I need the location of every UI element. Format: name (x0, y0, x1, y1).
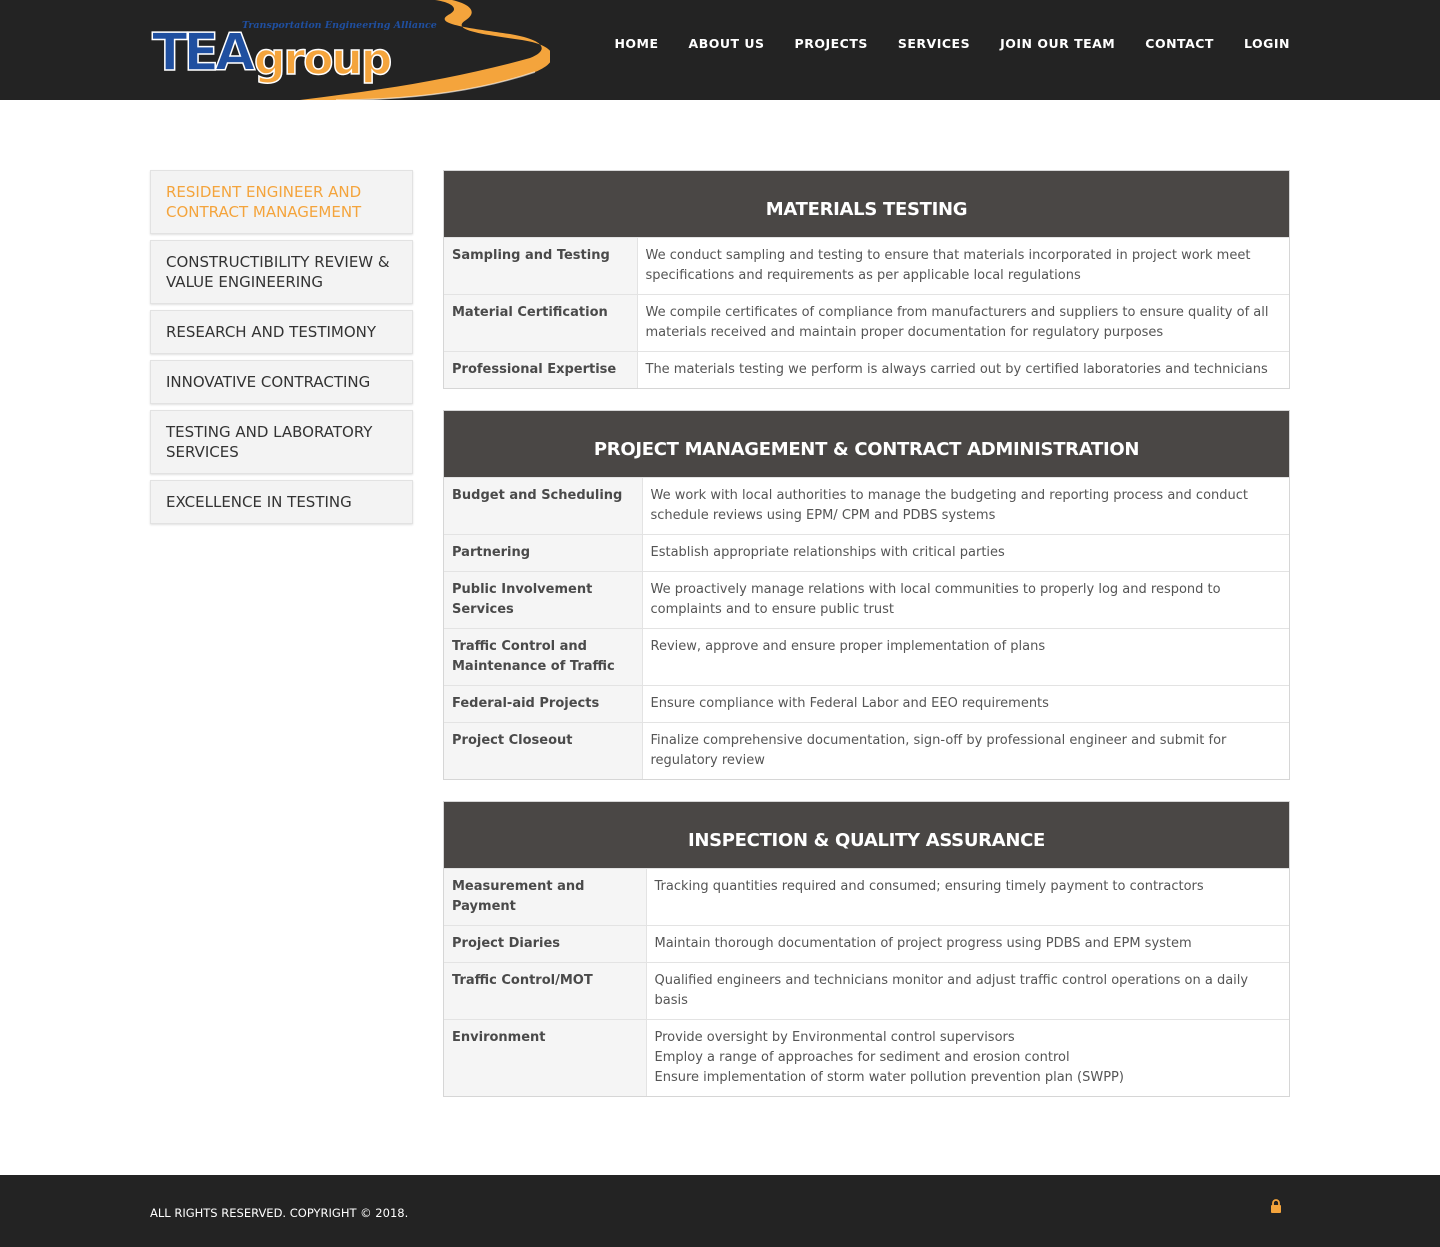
description-line: Ensure compliance with Federal Labor and… (650, 696, 1049, 711)
row-description: Provide oversight by Environmental contr… (646, 1019, 1289, 1096)
service-table: Budget and Scheduling We work with local … (444, 477, 1289, 779)
main-nav: HOME ABOUT US PROJECTS SERVICES JOIN OUR… (614, 36, 1290, 51)
row-description: The materials testing we perform is alwa… (637, 351, 1289, 388)
description-line: Employ a range of approaches for sedimen… (654, 1050, 1070, 1065)
row-label: Traffic Control and Maintenance of Traff… (444, 628, 643, 686)
table-row: Measurement and Payment Tracking quantiti… (444, 868, 1289, 926)
table-row: Project Diaries Maintain thorough documen… (444, 925, 1289, 963)
service-table: Sampling and Testing We conduct sampling … (444, 237, 1289, 388)
row-description: We compile certificates of compliance fr… (637, 294, 1289, 352)
table-row: Federal-aid Projects Ensure compliance wi… (444, 685, 1289, 723)
row-label: Partnering (444, 534, 643, 572)
table-row: Budget and Scheduling We work with local … (444, 477, 1289, 535)
description-line: Review, approve and ensure proper implem… (650, 639, 1046, 654)
row-label: Public Involvement Services (444, 571, 643, 629)
row-label: Material Certification (444, 294, 638, 352)
copyright-text: ALL RIGHTS RESERVED. COPYRIGHT © 2018. (150, 1206, 409, 1220)
description-line: Establish appropriate relationships with… (650, 545, 1005, 560)
sidebar-item[interactable]: CONSTRUCTIBILITY REVIEW & VALUE ENGINEER… (150, 240, 413, 304)
sidebar-item[interactable]: RESEARCH AND TESTIMONY (150, 310, 413, 354)
table-row: Public Involvement Services We proactivel… (444, 571, 1289, 629)
table-row: Traffic Control and Maintenance of Traff… (444, 628, 1289, 686)
description-line: We proactively manage relations with loc… (650, 582, 1221, 617)
nav-login[interactable]: LOGIN (1244, 36, 1290, 51)
row-label: Federal-aid Projects (444, 685, 643, 723)
row-label: Environment (444, 1019, 647, 1096)
description-line: Finalize comprehensive documentation, si… (650, 733, 1227, 768)
section-title: MATERIALS TESTING (444, 171, 1289, 237)
row-label: Budget and Scheduling (444, 477, 643, 535)
teagroup-logo[interactable]: TEA group Transportation Engineering All… (150, 0, 550, 100)
service-section: MATERIALS TESTING Sampling and Testing We … (443, 170, 1290, 389)
row-description: Review, approve and ensure proper implem… (642, 628, 1289, 686)
row-label: Traffic Control/MOT (444, 962, 647, 1020)
description-line: The materials testing we perform is alwa… (645, 362, 1268, 377)
description-line: Qualified engineers and technicians moni… (654, 973, 1249, 1008)
nav-contact[interactable]: CONTACT (1145, 36, 1214, 51)
lock-icon[interactable] (1270, 1199, 1282, 1213)
row-label: Measurement and Payment (444, 868, 647, 926)
section-title: PROJECT MANAGEMENT & CONTRACT ADMINISTRA… (444, 411, 1289, 477)
row-description: Establish appropriate relationships with… (642, 534, 1289, 572)
nav-join-our-team[interactable]: JOIN OUR TEAM (1000, 36, 1115, 51)
row-description: We conduct sampling and testing to ensur… (637, 237, 1289, 295)
table-row: Project Closeout Finalize comprehensive d… (444, 722, 1289, 779)
site-header: TEA group Transportation Engineering All… (0, 0, 1440, 100)
row-label: Project Diaries (444, 925, 647, 963)
row-description: Tracking quantities required and consume… (646, 868, 1289, 926)
service-table: Measurement and Payment Tracking quantiti… (444, 868, 1289, 1096)
service-content: MATERIALS TESTING Sampling and Testing We … (443, 170, 1290, 1118)
svg-text:TEA: TEA (152, 23, 255, 83)
nav-projects[interactable]: PROJECTS (795, 36, 868, 51)
table-row: Partnering Establish appropriate relation… (444, 534, 1289, 572)
service-section: INSPECTION & QUALITY ASSURANCE Measuremen… (443, 801, 1290, 1097)
table-row: Environment Provide oversight by Environm… (444, 1019, 1289, 1096)
table-row: Material Certification We compile certifi… (444, 294, 1289, 352)
sidebar-item[interactable]: RESIDENT ENGINEER AND CONTRACT MANAGEMEN… (150, 170, 413, 234)
table-row: Traffic Control/MOT Qualified engineers a… (444, 962, 1289, 1020)
description-line: We conduct sampling and testing to ensur… (645, 248, 1251, 283)
sidebar-item[interactable]: TESTING AND LABORATORY SERVICES (150, 410, 413, 474)
row-description: Maintain thorough documentation of proje… (646, 925, 1289, 963)
svg-text:group: group (254, 34, 391, 85)
row-description: Qualified engineers and technicians moni… (646, 962, 1289, 1020)
section-title: INSPECTION & QUALITY ASSURANCE (444, 802, 1289, 868)
description-line: We compile certificates of compliance fr… (645, 305, 1269, 340)
row-description: Finalize comprehensive documentation, si… (642, 722, 1289, 779)
row-description: Ensure compliance with Federal Labor and… (642, 685, 1289, 723)
description-line: Provide oversight by Environmental contr… (654, 1030, 1015, 1045)
row-description: We proactively manage relations with loc… (642, 571, 1289, 629)
service-section: PROJECT MANAGEMENT & CONTRACT ADMINISTRA… (443, 410, 1290, 780)
service-sidebar: RESIDENT ENGINEER AND CONTRACT MANAGEMEN… (150, 170, 413, 530)
description-line: Maintain thorough documentation of proje… (654, 936, 1192, 951)
nav-home[interactable]: HOME (614, 36, 658, 51)
nav-services[interactable]: SERVICES (898, 36, 970, 51)
nav-about-us[interactable]: ABOUT US (689, 36, 765, 51)
row-description: We work with local authorities to manage… (642, 477, 1289, 535)
row-label: Professional Expertise (444, 351, 638, 388)
sidebar-item[interactable]: EXCELLENCE IN TESTING (150, 480, 413, 524)
row-label: Sampling and Testing (444, 237, 638, 295)
sidebar-item[interactable]: INNOVATIVE CONTRACTING (150, 360, 413, 404)
description-line: Ensure implementation of storm water pol… (654, 1070, 1124, 1085)
row-label: Project Closeout (444, 722, 643, 779)
description-line: We work with local authorities to manage… (650, 488, 1249, 523)
site-footer: ALL RIGHTS RESERVED. COPYRIGHT © 2018. (0, 1175, 1440, 1247)
svg-text:Transportation Engineering All: Transportation Engineering Alliance (242, 20, 437, 31)
description-line: Tracking quantities required and consume… (654, 879, 1204, 894)
table-row: Professional Expertise The materials test… (444, 351, 1289, 388)
table-row: Sampling and Testing We conduct sampling … (444, 237, 1289, 295)
